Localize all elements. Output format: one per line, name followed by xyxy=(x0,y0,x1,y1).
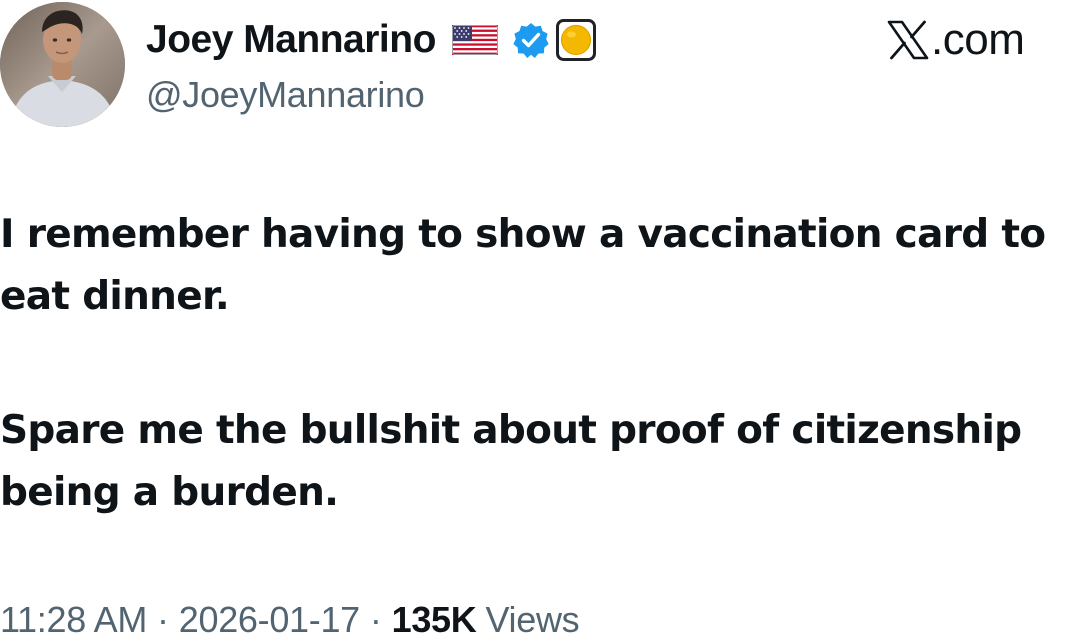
tweet-meta: 11:28 AM · 2026-01-17 · 135K Views xyxy=(0,598,580,642)
tweet-body: I remember having to show a vaccination … xyxy=(0,204,1078,524)
brand-domain-text: .com xyxy=(931,15,1025,64)
meta-separator: · xyxy=(157,599,169,640)
meta-separator: · xyxy=(369,599,382,640)
x-logo-icon xyxy=(887,20,929,60)
tweet-paragraph: I remember having to show a vaccination … xyxy=(0,212,1046,319)
us-flag-icon xyxy=(451,25,498,55)
author-display-name[interactable]: Joey Mannarino xyxy=(146,18,436,62)
avatar[interactable] xyxy=(0,2,125,127)
brand-watermark: .com xyxy=(887,14,1025,66)
tweet-time[interactable]: 11:28 AM xyxy=(0,599,147,641)
tweet-paragraph: Spare me the bullshit about proof of cit… xyxy=(0,408,1022,515)
author-handle[interactable]: @JoeyMannarino xyxy=(146,74,425,116)
views-count[interactable]: 135K xyxy=(392,599,477,641)
tweet-date[interactable]: 2026-01-17 xyxy=(179,599,360,641)
verified-badge-icon[interactable] xyxy=(512,21,550,59)
author-name-row: Joey Mannarino xyxy=(146,14,596,66)
affiliate-badge-icon[interactable] xyxy=(555,19,596,61)
views-label: Views xyxy=(485,599,580,640)
